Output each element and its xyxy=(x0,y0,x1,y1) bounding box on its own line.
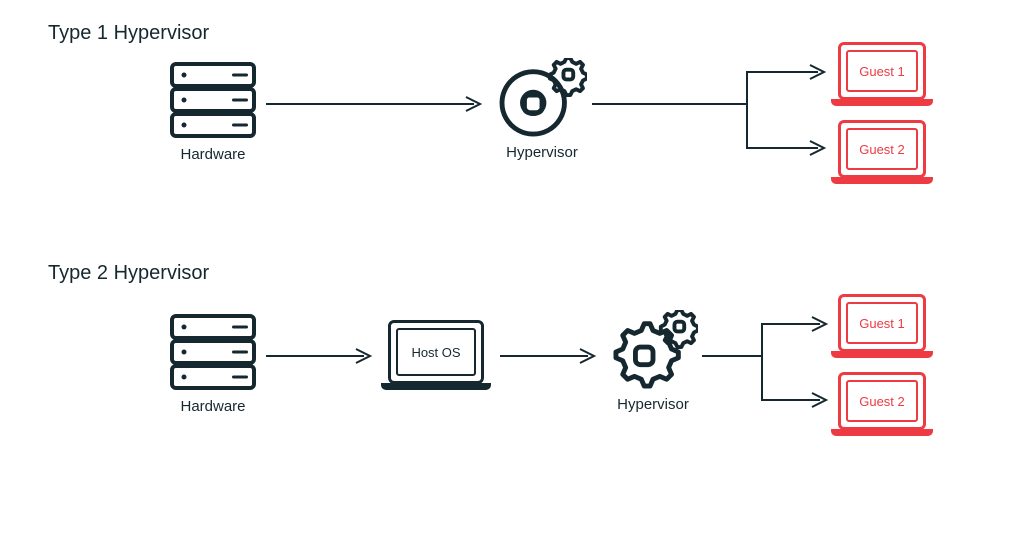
guest1-label: Guest 1 xyxy=(859,64,905,79)
arrow-hostos-to-hypervisor xyxy=(500,346,600,366)
arrow-hardware-to-hypervisor-t1 xyxy=(266,94,486,114)
arrow-hardware-to-hostos xyxy=(266,346,376,366)
laptop-icon: Guest 1 xyxy=(838,294,926,352)
gear-icon xyxy=(497,58,587,138)
hardware-node-type2: Hardware xyxy=(168,312,258,415)
guest1-node-t1: Guest 1 xyxy=(838,42,926,100)
laptop-icon: Guest 1 xyxy=(838,42,926,100)
hardware-node-type1: Hardware xyxy=(168,60,258,163)
arrow-hypervisor-fork-t1 xyxy=(592,60,830,160)
hardware-label: Hardware xyxy=(180,398,245,415)
hostos-label: Host OS xyxy=(411,345,460,360)
hypervisor-node-type1: Hypervisor xyxy=(497,58,587,161)
hardware-label: Hardware xyxy=(180,146,245,163)
section-title-type1: Type 1 Hypervisor xyxy=(48,22,209,45)
hypervisor-node-type2: Hypervisor xyxy=(608,310,698,413)
gear-icon xyxy=(608,310,698,390)
guest2-node-t1: Guest 2 xyxy=(838,120,926,178)
laptop-icon: Host OS xyxy=(388,320,484,384)
laptop-icon: Guest 2 xyxy=(838,372,926,430)
hypervisor-label: Hypervisor xyxy=(506,144,578,161)
guest2-label: Guest 2 xyxy=(859,142,905,157)
server-stack-icon xyxy=(168,60,258,140)
guest2-label: Guest 2 xyxy=(859,394,905,409)
server-stack-icon xyxy=(168,312,258,392)
laptop-icon: Guest 2 xyxy=(838,120,926,178)
guest1-node-t2: Guest 1 xyxy=(838,294,926,352)
hostos-node: Host OS xyxy=(388,320,484,384)
arrow-hypervisor-fork-t2 xyxy=(702,312,830,412)
guest1-label: Guest 1 xyxy=(859,316,905,331)
hypervisor-label: Hypervisor xyxy=(617,396,689,413)
guest2-node-t2: Guest 2 xyxy=(838,372,926,430)
section-title-type2: Type 2 Hypervisor xyxy=(48,262,209,285)
